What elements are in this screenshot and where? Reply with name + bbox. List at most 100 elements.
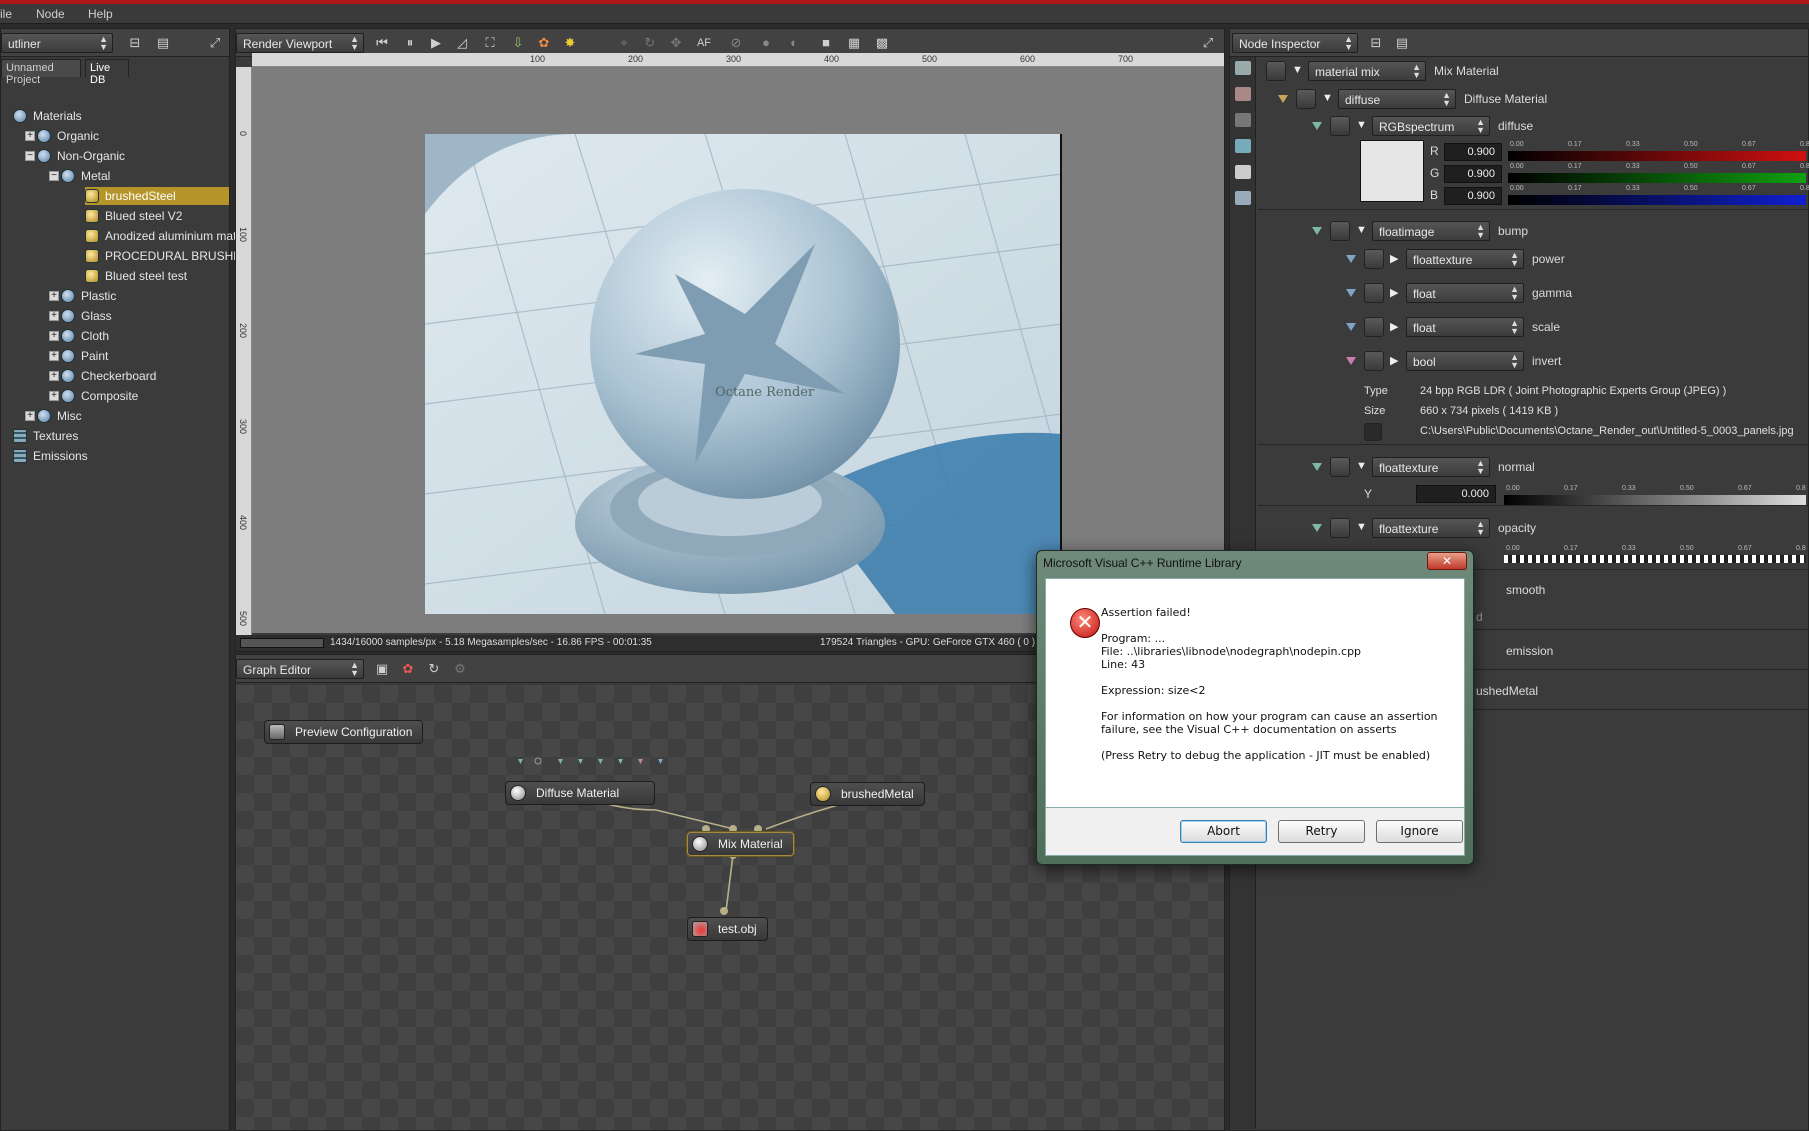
pan-icon[interactable]: ✥ — [666, 33, 686, 53]
expand-toggle-icon[interactable]: + — [49, 371, 59, 381]
normal-y-value[interactable]: 0.000 — [1416, 485, 1496, 503]
invert-pin-icon[interactable] — [1364, 351, 1384, 371]
tab-unnamed-project[interactable]: Unnamed Project — [1, 59, 81, 86]
tree-item[interactable]: Materials — [13, 107, 229, 125]
menu-node[interactable]: Node — [36, 7, 65, 21]
rgb-spectrum-pin-icon[interactable] — [1330, 116, 1350, 136]
gamma-pin-icon[interactable] — [1364, 283, 1384, 303]
tree-item[interactable]: Cloth — [61, 327, 229, 345]
channel-b-value[interactable]: 0.900 — [1444, 187, 1502, 205]
expand-toggle-icon[interactable]: + — [25, 131, 35, 141]
tree-item[interactable]: Glass — [61, 307, 229, 325]
rgb-spectrum-combo[interactable]: RGBspectrum ▲ ▼ — [1372, 116, 1490, 136]
expand-arrow-icon[interactable]: ▶ — [1390, 354, 1398, 367]
invert-combo[interactable]: bool ▲ ▼ — [1406, 351, 1524, 371]
tree-item[interactable]: Non-Organic — [37, 147, 229, 165]
export-icon[interactable]: ⇩ — [508, 33, 528, 53]
light-icon[interactable]: ✸ — [560, 33, 580, 53]
ignore-button[interactable]: Ignore — [1376, 820, 1463, 843]
tree-item[interactable]: Emissions — [13, 447, 229, 465]
node-brushed-metal[interactable]: brushedMetal — [810, 782, 925, 806]
abort-button[interactable]: Abort — [1180, 820, 1267, 843]
collapse-arrow-icon[interactable]: ▼ — [1292, 64, 1303, 76]
tree-item[interactable]: Organic — [37, 127, 229, 145]
tree-item[interactable]: Composite — [61, 387, 229, 405]
expand-toggle-icon[interactable]: + — [49, 311, 59, 321]
menu-file[interactable]: ile — [0, 7, 12, 21]
expand-toggle-icon[interactable]: − — [25, 151, 35, 161]
graph-combo[interactable]: Graph Editor ▲ ▼ — [236, 659, 364, 679]
channel-g-value[interactable]: 0.900 — [1444, 165, 1502, 183]
tree-item[interactable]: PROCEDURAL BRUSHED S — [85, 247, 261, 265]
channel-g-slider[interactable] — [1508, 173, 1806, 183]
refresh-icon[interactable]: ↻ — [424, 659, 444, 679]
expand-toggle-icon[interactable]: + — [49, 291, 59, 301]
retry-button[interactable]: Retry — [1278, 820, 1365, 843]
normal-combo[interactable]: floattexture ▲ ▼ — [1372, 457, 1490, 477]
channel-b-slider[interactable] — [1508, 195, 1806, 205]
texture-icon[interactable] — [1235, 191, 1251, 205]
collapse-arrow-icon[interactable]: ▼ — [1322, 92, 1333, 104]
tree-item[interactable]: Anodized aluminium matte — [85, 227, 246, 245]
close-button[interactable]: ✕ — [1427, 552, 1467, 570]
play-icon[interactable]: ▶ — [426, 33, 446, 53]
maximize-icon[interactable]: ⤢ — [1198, 33, 1218, 53]
expand-icon[interactable]: ▤ — [1392, 33, 1412, 53]
gamma-combo[interactable]: float ▲ ▼ — [1406, 283, 1524, 303]
power-combo[interactable]: floattexture ▲ ▼ — [1406, 249, 1524, 269]
diffuse-pin-icon[interactable] — [1296, 89, 1316, 109]
picture-icon[interactable] — [1235, 165, 1251, 179]
bump-combo[interactable]: floatimage ▲ ▼ — [1372, 221, 1490, 241]
node-mix-material[interactable]: Mix Material — [687, 832, 794, 856]
tab-live-db[interactable]: Live DB — [85, 59, 129, 86]
collapse-icon[interactable]: ⊟ — [1366, 33, 1386, 53]
rotate-icon[interactable]: ↻ — [640, 33, 660, 53]
tree-item[interactable]: Plastic — [61, 287, 229, 305]
autofocus-button[interactable]: AF — [694, 33, 714, 53]
expand-toggle-icon[interactable]: + — [49, 391, 59, 401]
collapse-arrow-icon[interactable]: ▼ — [1356, 224, 1367, 236]
expand-arrow-icon[interactable]: ▶ — [1390, 252, 1398, 265]
sphere-icon[interactable]: ● — [756, 33, 776, 53]
maximize-icon[interactable]: ⤢ — [205, 33, 225, 53]
channel-r-slider[interactable] — [1508, 151, 1806, 161]
channel-r-value[interactable]: 0.900 — [1444, 143, 1502, 161]
tree-item[interactable]: Paint — [61, 347, 229, 365]
restart-icon[interactable]: ⏮ — [372, 33, 392, 53]
pause-icon[interactable]: ⏸ — [400, 33, 420, 53]
grid-icon[interactable]: ▦ — [844, 33, 864, 53]
outliner-combo[interactable]: utliner ▲ ▼ — [1, 33, 113, 53]
menu-help[interactable]: Help — [88, 7, 113, 21]
scale-pin-icon[interactable] — [1364, 317, 1384, 337]
opacity-slider[interactable] — [1504, 555, 1806, 563]
material-mix-combo[interactable]: material mix ▲ ▼ — [1308, 61, 1426, 81]
camera-icon[interactable]: ◿ — [452, 33, 472, 53]
viewport-combo[interactable]: Render Viewport ▲ ▼ — [236, 33, 364, 53]
expand-arrow-icon[interactable]: ▶ — [1390, 286, 1398, 299]
expand-toggle-icon[interactable]: + — [25, 411, 35, 421]
tree-item[interactable]: Checkerboard — [61, 367, 229, 385]
inspector-combo[interactable]: Node Inspector ▲ ▼ — [1232, 33, 1358, 53]
camera-icon[interactable] — [1235, 87, 1251, 101]
opacity-pin-icon[interactable] — [1330, 518, 1350, 538]
node-preview-configuration[interactable]: Preview Configuration — [264, 720, 424, 744]
expand-toggle-icon[interactable]: + — [49, 331, 59, 341]
node-test-obj[interactable]: test.obj — [687, 917, 768, 941]
node-add-icon[interactable]: ✿ — [398, 659, 418, 679]
settings-icon[interactable]: ⚙ — [450, 659, 470, 679]
scale-combo[interactable]: float ▲ ▼ — [1406, 317, 1524, 337]
diffuse-combo[interactable]: diffuse ▲ ▼ — [1338, 89, 1456, 109]
render-canvas[interactable]: Octane Render — [252, 67, 1224, 633]
opacity-combo[interactable]: floattexture ▲ ▼ — [1372, 518, 1490, 538]
expand-toggle-icon[interactable]: − — [49, 171, 59, 181]
square-icon[interactable]: ■ — [816, 33, 836, 53]
expand-toggle-icon[interactable]: + — [49, 351, 59, 361]
normal-pin-icon[interactable] — [1330, 457, 1350, 477]
normal-y-slider[interactable] — [1504, 495, 1806, 505]
tree-item[interactable]: brushedSteel — [85, 187, 229, 205]
environment-icon[interactable] — [1235, 139, 1251, 153]
focus-icon[interactable]: ⌖ — [614, 33, 634, 53]
film-icon[interactable] — [1235, 113, 1251, 127]
collapse-arrow-icon[interactable]: ▼ — [1356, 521, 1367, 533]
region-icon[interactable]: ⊘ — [726, 33, 746, 53]
